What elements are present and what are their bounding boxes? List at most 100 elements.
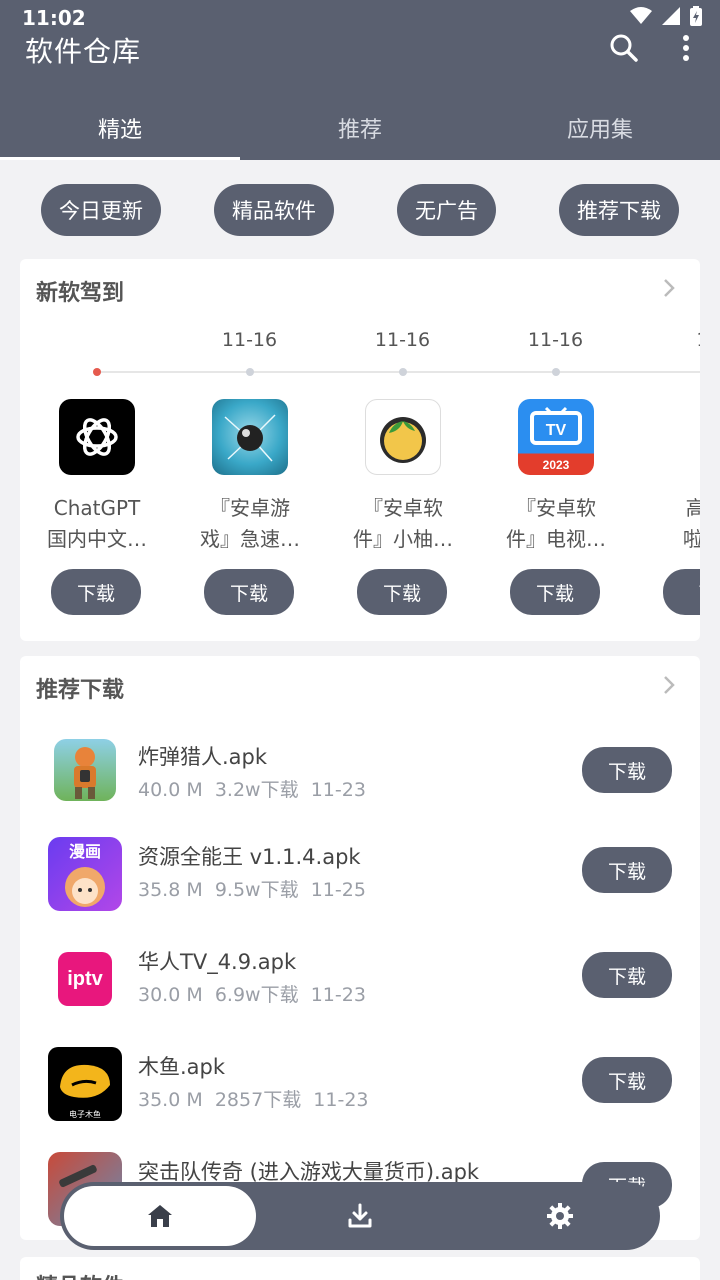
timeline-date: 11-16 xyxy=(221,329,278,351)
nav-downloads[interactable] xyxy=(265,1182,455,1250)
status-icons xyxy=(630,6,702,26)
app-date: 11-23 xyxy=(310,779,366,801)
tab-bar: 精选 推荐 应用集 xyxy=(0,96,720,160)
tab-featured[interactable]: 精选 xyxy=(0,96,240,160)
app-date: 11-23 xyxy=(313,1089,369,1111)
new-arrivals-title: 新软驾到 xyxy=(36,281,125,306)
app-size: 40.0 M xyxy=(138,779,203,801)
app-meta: 40.0 M 3.2w下载 11-23 xyxy=(138,775,366,802)
figure-icon xyxy=(671,399,700,475)
app-name-line2: 国内中文… xyxy=(47,527,147,551)
timeline-item: 11 高能: 啦a梦 下 xyxy=(632,315,700,641)
iptv-logo: iptv xyxy=(58,952,112,1006)
app-name: 高能: 啦a梦 xyxy=(650,493,700,555)
app-name: 『安卓软 件』电视… xyxy=(497,493,615,555)
app-icon[interactable] xyxy=(671,399,700,475)
app-date: 11-23 xyxy=(310,984,366,1006)
app-name-line1: ChatGPT xyxy=(53,496,141,520)
recommended-title: 推荐下载 xyxy=(36,678,125,703)
chevron-right-icon[interactable] xyxy=(662,277,676,299)
wifi-icon xyxy=(630,7,652,24)
timeline-date: 11-16 xyxy=(527,329,584,351)
download-button[interactable]: 下载 xyxy=(582,952,672,998)
app-title: 木鱼.apk xyxy=(138,1055,226,1079)
chip-recommended-downloads[interactable]: 推荐下载 xyxy=(559,184,679,236)
fish-shell-icon: 电子木鱼 xyxy=(60,1064,110,1119)
manga-text: 漫画 xyxy=(69,842,101,861)
chip-no-ads[interactable]: 无广告 xyxy=(397,184,496,236)
manga-icon: 漫画 xyxy=(48,837,122,911)
app-date: 11-25 xyxy=(310,879,366,901)
timeline-date: 11-16 xyxy=(374,329,431,351)
nav-settings[interactable] xyxy=(465,1182,655,1250)
premium-software-card: 精品软件 xyxy=(20,1257,700,1280)
tv-year-text: 2023 xyxy=(543,458,570,472)
timeline-dot xyxy=(552,368,560,376)
list-item[interactable]: 炸弹猎人.apk 40.0 M 3.2w下载 11-23 下载 xyxy=(20,737,700,842)
download-button[interactable]: 下载 xyxy=(582,747,672,793)
app-downloads: 2857下载 xyxy=(214,1089,302,1111)
timeline-dot xyxy=(399,368,407,376)
nav-home[interactable] xyxy=(64,1186,256,1246)
tab-collections[interactable]: 应用集 xyxy=(480,96,720,160)
citrus-icon[interactable] xyxy=(365,399,441,475)
app-name-line2: 戏』急速… xyxy=(200,527,300,551)
ball-game-icon[interactable] xyxy=(212,399,288,475)
download-button[interactable]: 下载 xyxy=(357,569,447,615)
fish-caption: 电子木鱼 xyxy=(69,1109,101,1119)
recommended-card: 推荐下载 炸弹猎人.apk 40.0 M 3.2w下载 11-23 下载 漫画 xyxy=(20,656,700,1240)
download-icon xyxy=(348,1203,372,1228)
download-button[interactable]: 下载 xyxy=(582,847,672,893)
steel-ball-icon xyxy=(224,414,276,462)
app-name-line1: 『安卓软 xyxy=(363,496,443,520)
app-header: 11:02 软件仓库 精选 推荐 应用集 xyxy=(0,0,720,160)
app-size: 35.0 M xyxy=(138,1089,203,1111)
list-item[interactable]: iptv 华人TV_4.9.apk 30.0 M 6.9w下载 11-23 下载 xyxy=(20,942,700,1047)
list-item[interactable]: 漫画 资源全能王 v1.1.4.apk 35.8 M 9.5w下载 11-25 … xyxy=(20,837,700,942)
search-button[interactable] xyxy=(606,30,642,66)
soldier-icon xyxy=(74,747,96,799)
bomb-hunter-icon xyxy=(54,739,116,801)
citrus-fruit-icon xyxy=(380,417,426,463)
app-meta: 35.8 M 9.5w下载 11-25 xyxy=(138,875,366,902)
gear-icon xyxy=(547,1203,573,1229)
chip-today-updates[interactable]: 今日更新 xyxy=(41,184,161,236)
timeline-date: 11 xyxy=(632,329,700,351)
television-icon: TV 2023 xyxy=(530,406,582,472)
chatgpt-icon[interactable] xyxy=(59,399,135,475)
more-menu-button[interactable] xyxy=(668,30,704,66)
app-name-line2: 件』电视… xyxy=(506,527,606,551)
tv-icon[interactable]: TV 2023 xyxy=(518,399,594,475)
app-name: ChatGPT 国内中文… xyxy=(38,493,156,555)
app-name: 『安卓软 件』小柚… xyxy=(344,493,462,555)
app-title: 华人TV_4.9.apk xyxy=(138,950,297,974)
new-arrivals-timeline: ChatGPT 国内中文… 下载 11-16 『安卓游 戏』急速… 下载 11-… xyxy=(20,315,700,641)
timeline-item: ChatGPT 国内中文… 下载 xyxy=(20,315,173,641)
home-icon xyxy=(148,1205,172,1227)
app-title: 软件仓库 xyxy=(25,35,142,68)
download-button[interactable]: 下载 xyxy=(204,569,294,615)
list-item[interactable]: 电子木鱼 木鱼.apk 35.0 M 2857下载 11-23 下载 xyxy=(20,1047,700,1152)
app-downloads: 3.2w下载 xyxy=(214,779,299,801)
tab-recommended[interactable]: 推荐 xyxy=(240,96,480,160)
signal-icon xyxy=(662,7,680,25)
bottom-navigation xyxy=(60,1182,660,1250)
new-arrivals-card: 新软驾到 ChatGPT 国内中文… 下载 11-16 『安卓游 戏』急速… 下… xyxy=(20,259,700,641)
quick-filter-chips: 今日更新 精品软件 无广告 推荐下载 xyxy=(0,184,720,236)
timeline-item: 11-16 『安卓软 件』小柚… 下载 xyxy=(326,315,479,641)
download-button[interactable]: 下载 xyxy=(510,569,600,615)
download-button[interactable]: 下载 xyxy=(582,1057,672,1103)
app-name-line2: 啦a梦 xyxy=(650,524,700,555)
app-name-line1: 『安卓游 xyxy=(210,496,290,520)
download-button[interactable]: 下载 xyxy=(51,569,141,615)
more-vert-icon xyxy=(683,35,689,61)
chip-premium-software[interactable]: 精品软件 xyxy=(214,184,334,236)
download-button[interactable]: 下 xyxy=(663,569,700,615)
search-icon xyxy=(610,34,638,62)
chevron-right-icon[interactable] xyxy=(662,674,676,696)
app-name: 『安卓游 戏』急速… xyxy=(191,493,309,555)
app-size: 30.0 M xyxy=(138,984,203,1006)
battery-icon xyxy=(690,6,702,26)
app-title: 资源全能王 v1.1.4.apk xyxy=(138,845,361,869)
app-meta: 35.0 M 2857下载 11-23 xyxy=(138,1085,369,1112)
